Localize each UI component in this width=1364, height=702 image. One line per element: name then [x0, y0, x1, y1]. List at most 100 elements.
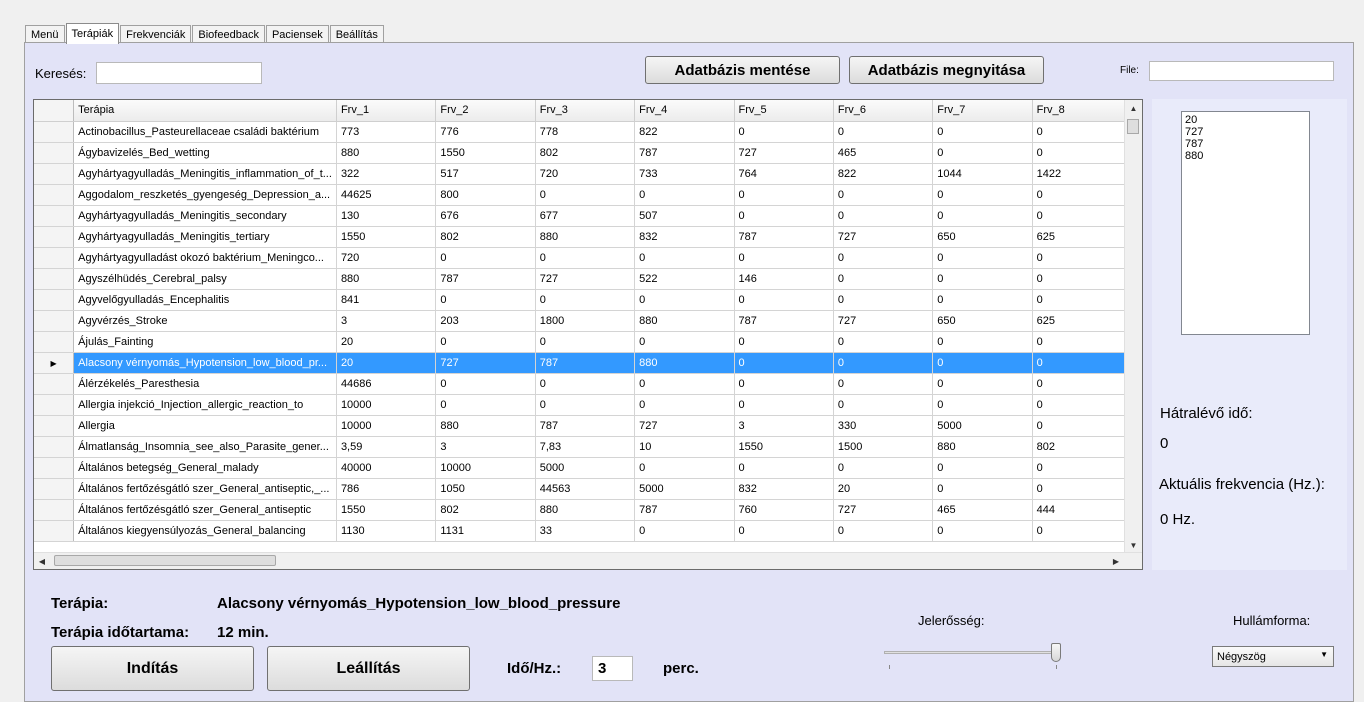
table-cell[interactable]: Agyvérzés_Stroke [73, 310, 337, 332]
table-cell[interactable]: 0 [634, 184, 735, 206]
table-cell[interactable]: 0 [932, 478, 1033, 500]
table-cell[interactable]: 0 [435, 289, 536, 311]
table-cell[interactable]: 727 [634, 415, 735, 437]
table-cell[interactable]: 0 [634, 394, 735, 416]
therapy-grid[interactable]: Terápia Frv_1 Frv_2 Frv_3 Frv_4 Frv_5 Frv_6 Frv… [33, 99, 1143, 570]
table-cell[interactable]: 0 [833, 457, 934, 479]
row-header[interactable]: ▶ [34, 352, 75, 374]
table-cell[interactable]: 33 [535, 520, 636, 542]
table-row[interactable]: ▶ Alacsony vérnyomás_Hypotension_low_bloo… [34, 352, 1142, 374]
time-per-hz-input[interactable] [592, 656, 633, 681]
table-cell[interactable]: 727 [734, 142, 834, 164]
start-button[interactable]: Indítás [51, 646, 254, 691]
table-cell[interactable]: Agyszélhüdés_Cerebral_palsy [73, 268, 337, 290]
table-cell[interactable]: Álérzékelés_Paresthesia [73, 373, 337, 395]
table-cell[interactable]: Álmatlanság_Insomnia_see_also_Parasite_g… [73, 436, 337, 458]
table-cell[interactable]: 832 [734, 478, 834, 500]
table-cell[interactable]: 146 [734, 268, 834, 290]
vertical-scroll-thumb[interactable] [1127, 119, 1139, 134]
table-cell[interactable]: 40000 [336, 457, 437, 479]
table-cell[interactable]: 0 [833, 331, 934, 353]
table-cell[interactable]: 0 [634, 373, 735, 395]
table-cell[interactable]: 822 [634, 121, 735, 143]
tab-therapies[interactable]: Terápiák [65, 23, 120, 44]
table-cell[interactable]: 880 [336, 268, 437, 290]
table-row[interactable]: Agyhártyagyulladást okozó baktérium_Meni… [34, 247, 1142, 269]
table-cell[interactable]: 322 [336, 163, 437, 185]
table-cell[interactable]: 44563 [535, 478, 636, 500]
table-row[interactable]: Agyhártyagyulladás_Meningitis_tertiary 15… [34, 226, 1142, 248]
search-input[interactable] [96, 62, 262, 84]
table-cell[interactable]: Ágybavizelés_Bed_wetting [73, 142, 337, 164]
table-cell[interactable]: 0 [833, 184, 934, 206]
table-cell[interactable]: 10000 [336, 394, 437, 416]
table-cell[interactable]: 0 [932, 247, 1033, 269]
table-cell[interactable]: 10 [634, 436, 735, 458]
table-cell[interactable]: 822 [833, 163, 934, 185]
table-row[interactable]: Általános kiegyensúlyozás_General_balanc… [34, 520, 1142, 542]
scroll-left-arrow-icon[interactable]: ◀ [34, 553, 50, 569]
table-row[interactable]: Agyszélhüdés_Cerebral_palsy 880 787 727 522 1… [34, 268, 1142, 290]
list-item[interactable]: 727 [1185, 126, 1306, 138]
table-cell[interactable]: 5000 [634, 478, 735, 500]
signal-strength-slider[interactable] [884, 640, 1064, 670]
column-header[interactable]: Frv_2 [435, 100, 536, 122]
row-header[interactable] [34, 247, 75, 269]
table-cell[interactable]: 0 [833, 352, 934, 374]
column-header[interactable]: Frv_5 [734, 100, 834, 122]
table-row[interactable]: Agyhártyagyulladás_Meningitis_inflammati… [34, 163, 1142, 185]
table-cell[interactable]: Aggodalom_reszketés_gyengeség_Depression… [73, 184, 337, 206]
list-item[interactable]: 787 [1185, 138, 1306, 150]
table-cell[interactable]: 0 [833, 289, 934, 311]
table-cell[interactable]: 787 [734, 226, 834, 248]
table-cell[interactable]: 727 [833, 310, 934, 332]
table-cell[interactable]: 800 [435, 184, 536, 206]
table-cell[interactable]: 1130 [336, 520, 437, 542]
table-cell[interactable]: 5000 [535, 457, 636, 479]
table-row[interactable]: Ájulás_Fainting 20 0 0 0 0 0 0 0 [34, 331, 1142, 353]
table-cell[interactable]: 841 [336, 289, 437, 311]
row-header[interactable] [34, 184, 75, 206]
table-cell[interactable]: 1550 [336, 226, 437, 248]
table-row[interactable]: Aggodalom_reszketés_gyengeség_Depression… [34, 184, 1142, 206]
table-cell[interactable]: 0 [634, 457, 735, 479]
table-cell[interactable]: 787 [435, 268, 536, 290]
table-cell[interactable]: 0 [932, 121, 1033, 143]
table-row[interactable]: Általános fertőzésgátló szer_General_ant… [34, 499, 1142, 521]
table-cell[interactable]: 44625 [336, 184, 437, 206]
table-cell[interactable]: 0 [932, 289, 1033, 311]
table-cell[interactable]: 5000 [932, 415, 1033, 437]
row-header[interactable] [34, 415, 75, 437]
table-cell[interactable]: 3 [336, 310, 437, 332]
table-cell[interactable]: Ájulás_Fainting [73, 331, 337, 353]
table-cell[interactable]: 0 [734, 394, 834, 416]
file-path-input[interactable] [1149, 61, 1334, 81]
table-cell[interactable]: 764 [734, 163, 834, 185]
table-cell[interactable]: 0 [435, 247, 536, 269]
table-row[interactable]: Ágybavizelés_Bed_wetting 880 1550 802 787 727… [34, 142, 1142, 164]
row-header[interactable] [34, 394, 75, 416]
table-cell[interactable]: 0 [734, 205, 834, 227]
column-header[interactable]: Terápia [73, 100, 337, 122]
table-cell[interactable]: Agyhártyagyulladás_Meningitis_tertiary [73, 226, 337, 248]
table-cell[interactable]: 0 [833, 121, 934, 143]
row-header[interactable] [34, 310, 75, 332]
table-cell[interactable]: 1044 [932, 163, 1033, 185]
table-cell[interactable]: 130 [336, 205, 437, 227]
table-cell[interactable]: 880 [634, 352, 735, 374]
table-cell[interactable]: 786 [336, 478, 437, 500]
row-header[interactable] [34, 331, 75, 353]
table-cell[interactable]: 3,59 [336, 436, 437, 458]
table-cell[interactable]: Alacsony vérnyomás_Hypotension_low_blood… [73, 352, 337, 374]
table-cell[interactable]: 0 [932, 373, 1033, 395]
table-cell[interactable]: 0 [535, 289, 636, 311]
table-cell[interactable]: 0 [734, 247, 834, 269]
frequency-listbox[interactable]: 20 727 787 880 [1181, 111, 1310, 335]
table-cell[interactable]: 677 [535, 205, 636, 227]
row-header[interactable] [34, 520, 75, 542]
table-cell[interactable]: 0 [535, 184, 636, 206]
table-cell[interactable]: 650 [932, 310, 1033, 332]
table-cell[interactable]: 507 [634, 205, 735, 227]
table-cell[interactable]: 0 [833, 394, 934, 416]
row-header[interactable] [34, 226, 75, 248]
